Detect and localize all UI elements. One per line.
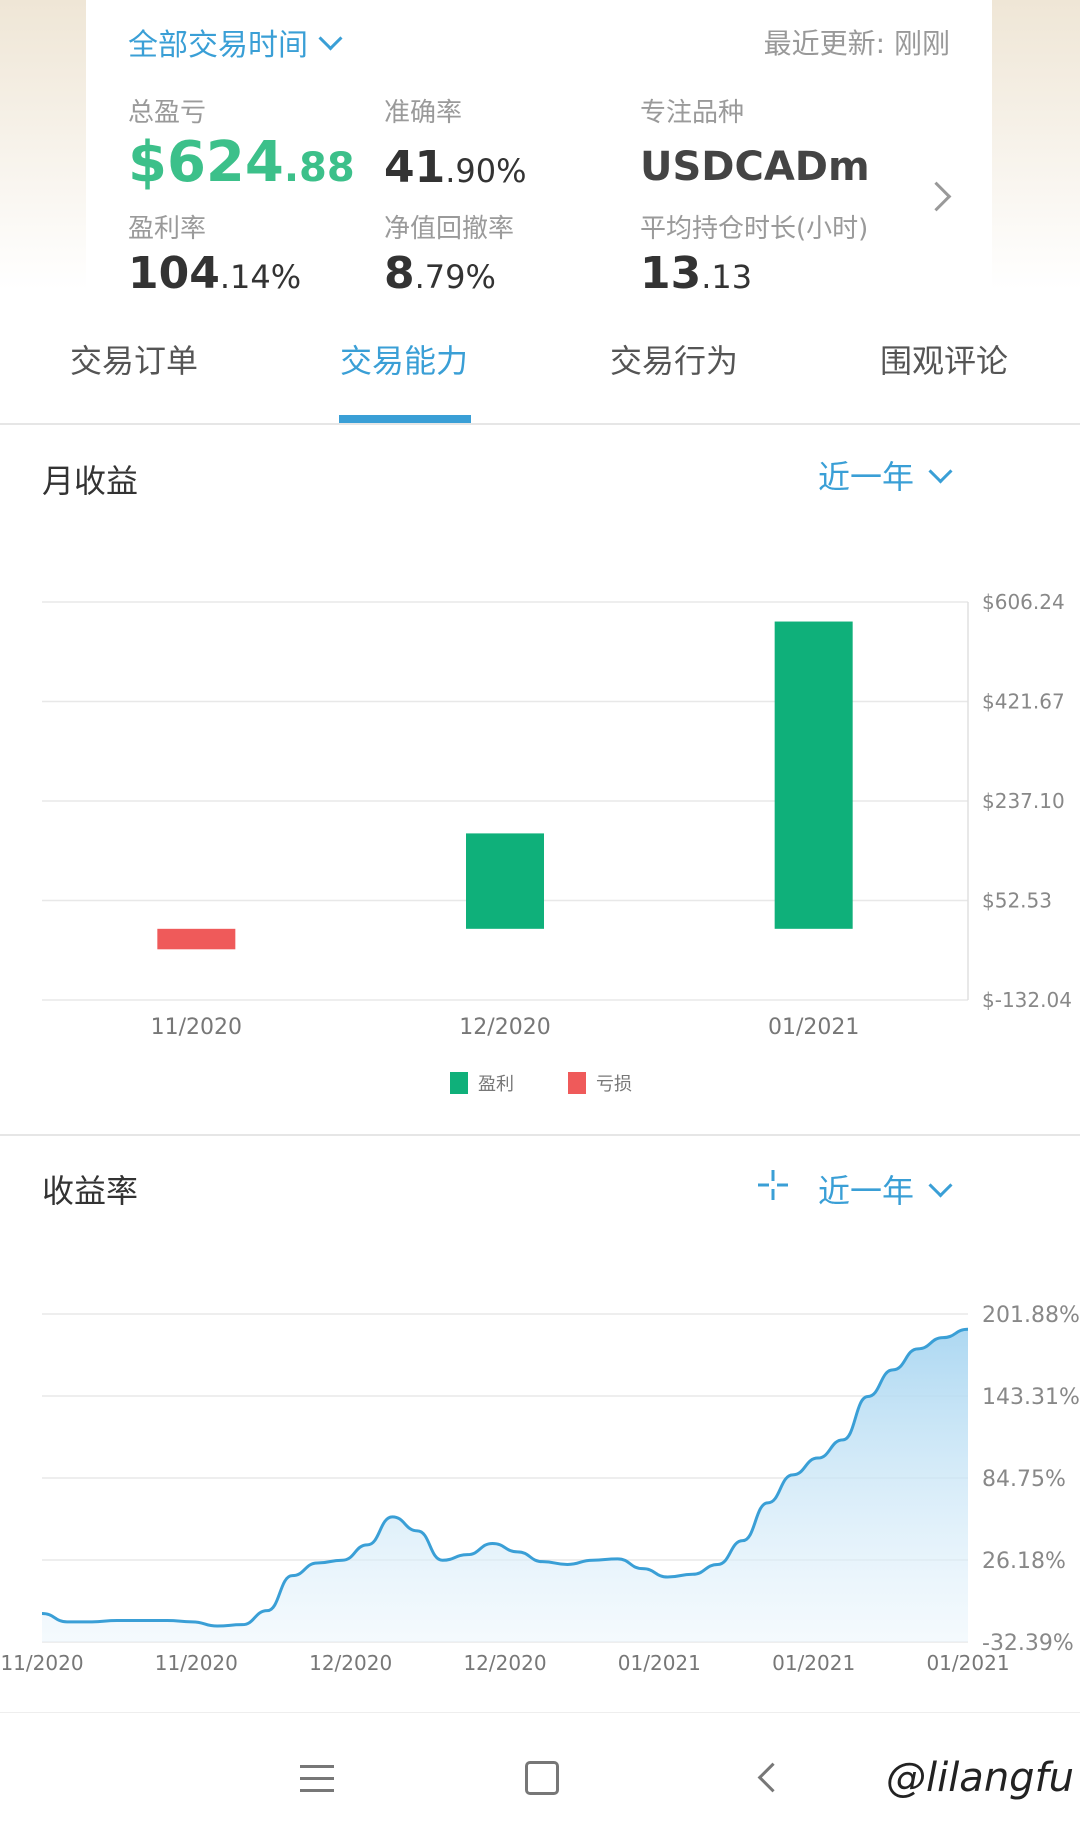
- x-tick-label: 12/2020: [309, 1651, 392, 1675]
- y-tick-label: $606.24: [982, 590, 1065, 614]
- section-divider: [0, 1134, 1080, 1136]
- back-icon[interactable]: [757, 1762, 788, 1793]
- home-icon[interactable]: [525, 1761, 559, 1795]
- tab-comments[interactable]: 围观评论: [880, 336, 1008, 382]
- y-tick-label: $421.67: [982, 690, 1065, 714]
- last-updated: 最近更新: 刚刚: [763, 27, 950, 60]
- y-tick-label: 84.75%: [982, 1467, 1066, 1492]
- x-tick-label: 11/2020: [0, 1651, 83, 1675]
- y-tick-label: 143.31%: [982, 1385, 1080, 1410]
- monthly-income-title: 月收益: [42, 462, 139, 500]
- bar: [157, 928, 236, 950]
- profit-rate-label: 盈利率: [128, 214, 207, 244]
- accuracy-main: 41: [384, 142, 446, 193]
- watermark: @lilangfu: [885, 1755, 1074, 1801]
- x-tick-label: 12/2020: [459, 1015, 550, 1040]
- monthly-range-label: 近一年: [818, 458, 915, 496]
- bar: [466, 833, 544, 929]
- crosshair-icon-graphic: [758, 1170, 788, 1200]
- tab-bar: 交易订单 交易能力 交易行为 围观评论: [0, 290, 1080, 425]
- x-tick-label: 01/2021: [768, 1015, 859, 1040]
- legend-loss: 亏损: [568, 1070, 632, 1096]
- time-filter-dropdown[interactable]: 全部交易时间: [128, 20, 343, 64]
- x-tick-label: 01/2021: [618, 1651, 701, 1675]
- y-tick-label: 26.18%: [982, 1549, 1066, 1574]
- y-tick-label: $-132.04: [982, 988, 1072, 1012]
- monthly-range-dropdown[interactable]: 近一年: [818, 452, 953, 498]
- monthly-income-chart: $606.24 $421.67 $237.10 $52.53 $-132.04 11/20…: [42, 590, 1072, 1040]
- x-tick-label: 11/2020: [155, 1651, 238, 1675]
- chevron-right-icon[interactable]: [921, 181, 952, 212]
- accuracy-label: 准确率: [384, 98, 463, 128]
- time-filter-label: 全部交易时间: [128, 28, 308, 63]
- accuracy-decimal: .90%: [445, 152, 527, 190]
- drawdown-label: 净值回撤率: [384, 214, 515, 244]
- account-summary-card[interactable]: 全部交易时间 最近更新: 刚刚 总盈亏 $624.88 准确率 41.90% 专…: [86, 0, 992, 299]
- legend-profit-label: 盈利: [478, 1074, 514, 1095]
- return-rate-chart: 201.88%143.31%84.75%26.18%-32.39%11/2020…: [0, 1303, 1080, 1675]
- loss-swatch: [568, 1072, 586, 1094]
- chevron-down-icon: [318, 25, 343, 51]
- total-pl-label: 总盈亏: [128, 98, 207, 128]
- total-pl-value: $624.88: [128, 130, 355, 195]
- profit-swatch: [450, 1072, 468, 1094]
- tab-ability[interactable]: 交易能力: [340, 336, 468, 382]
- tab-orders[interactable]: 交易订单: [70, 336, 198, 382]
- y-tick-label: 201.88%: [982, 1303, 1080, 1328]
- x-tick-label: 01/2021: [772, 1651, 855, 1675]
- y-tick-label: $52.53: [982, 889, 1052, 913]
- symbol-value: USDCADm: [640, 144, 870, 190]
- symbol-label: 专注品种: [640, 98, 745, 128]
- y-tick-label: $237.10: [982, 789, 1065, 813]
- accuracy-value: 41.90%: [384, 142, 527, 193]
- x-tick-label: 01/2021: [926, 1651, 1009, 1675]
- menu-icon[interactable]: [300, 1765, 334, 1801]
- total-pl-main: $624: [128, 130, 284, 195]
- return-rate-title: 收益率: [42, 1172, 139, 1210]
- system-nav-bar: @lilangfu: [0, 1712, 1080, 1841]
- active-tab-indicator: [339, 415, 471, 423]
- returns-range-dropdown[interactable]: 近一年: [818, 1166, 953, 1212]
- area-fill: [42, 1329, 968, 1642]
- chevron-down-icon: [928, 458, 953, 484]
- bar: [774, 621, 853, 929]
- legend-loss-label: 亏损: [596, 1074, 632, 1095]
- hold-time-label: 平均持仓时长(小时): [640, 214, 869, 244]
- x-tick-label: 11/2020: [151, 1015, 242, 1040]
- crosshair-icon[interactable]: [756, 1168, 790, 1202]
- tab-behavior[interactable]: 交易行为: [610, 336, 738, 382]
- x-tick-label: 12/2020: [463, 1651, 546, 1675]
- total-pl-decimal: .88: [283, 145, 355, 191]
- returns-range-label: 近一年: [818, 1172, 915, 1210]
- legend-profit: 盈利: [450, 1070, 514, 1096]
- chevron-down-icon: [928, 1172, 953, 1198]
